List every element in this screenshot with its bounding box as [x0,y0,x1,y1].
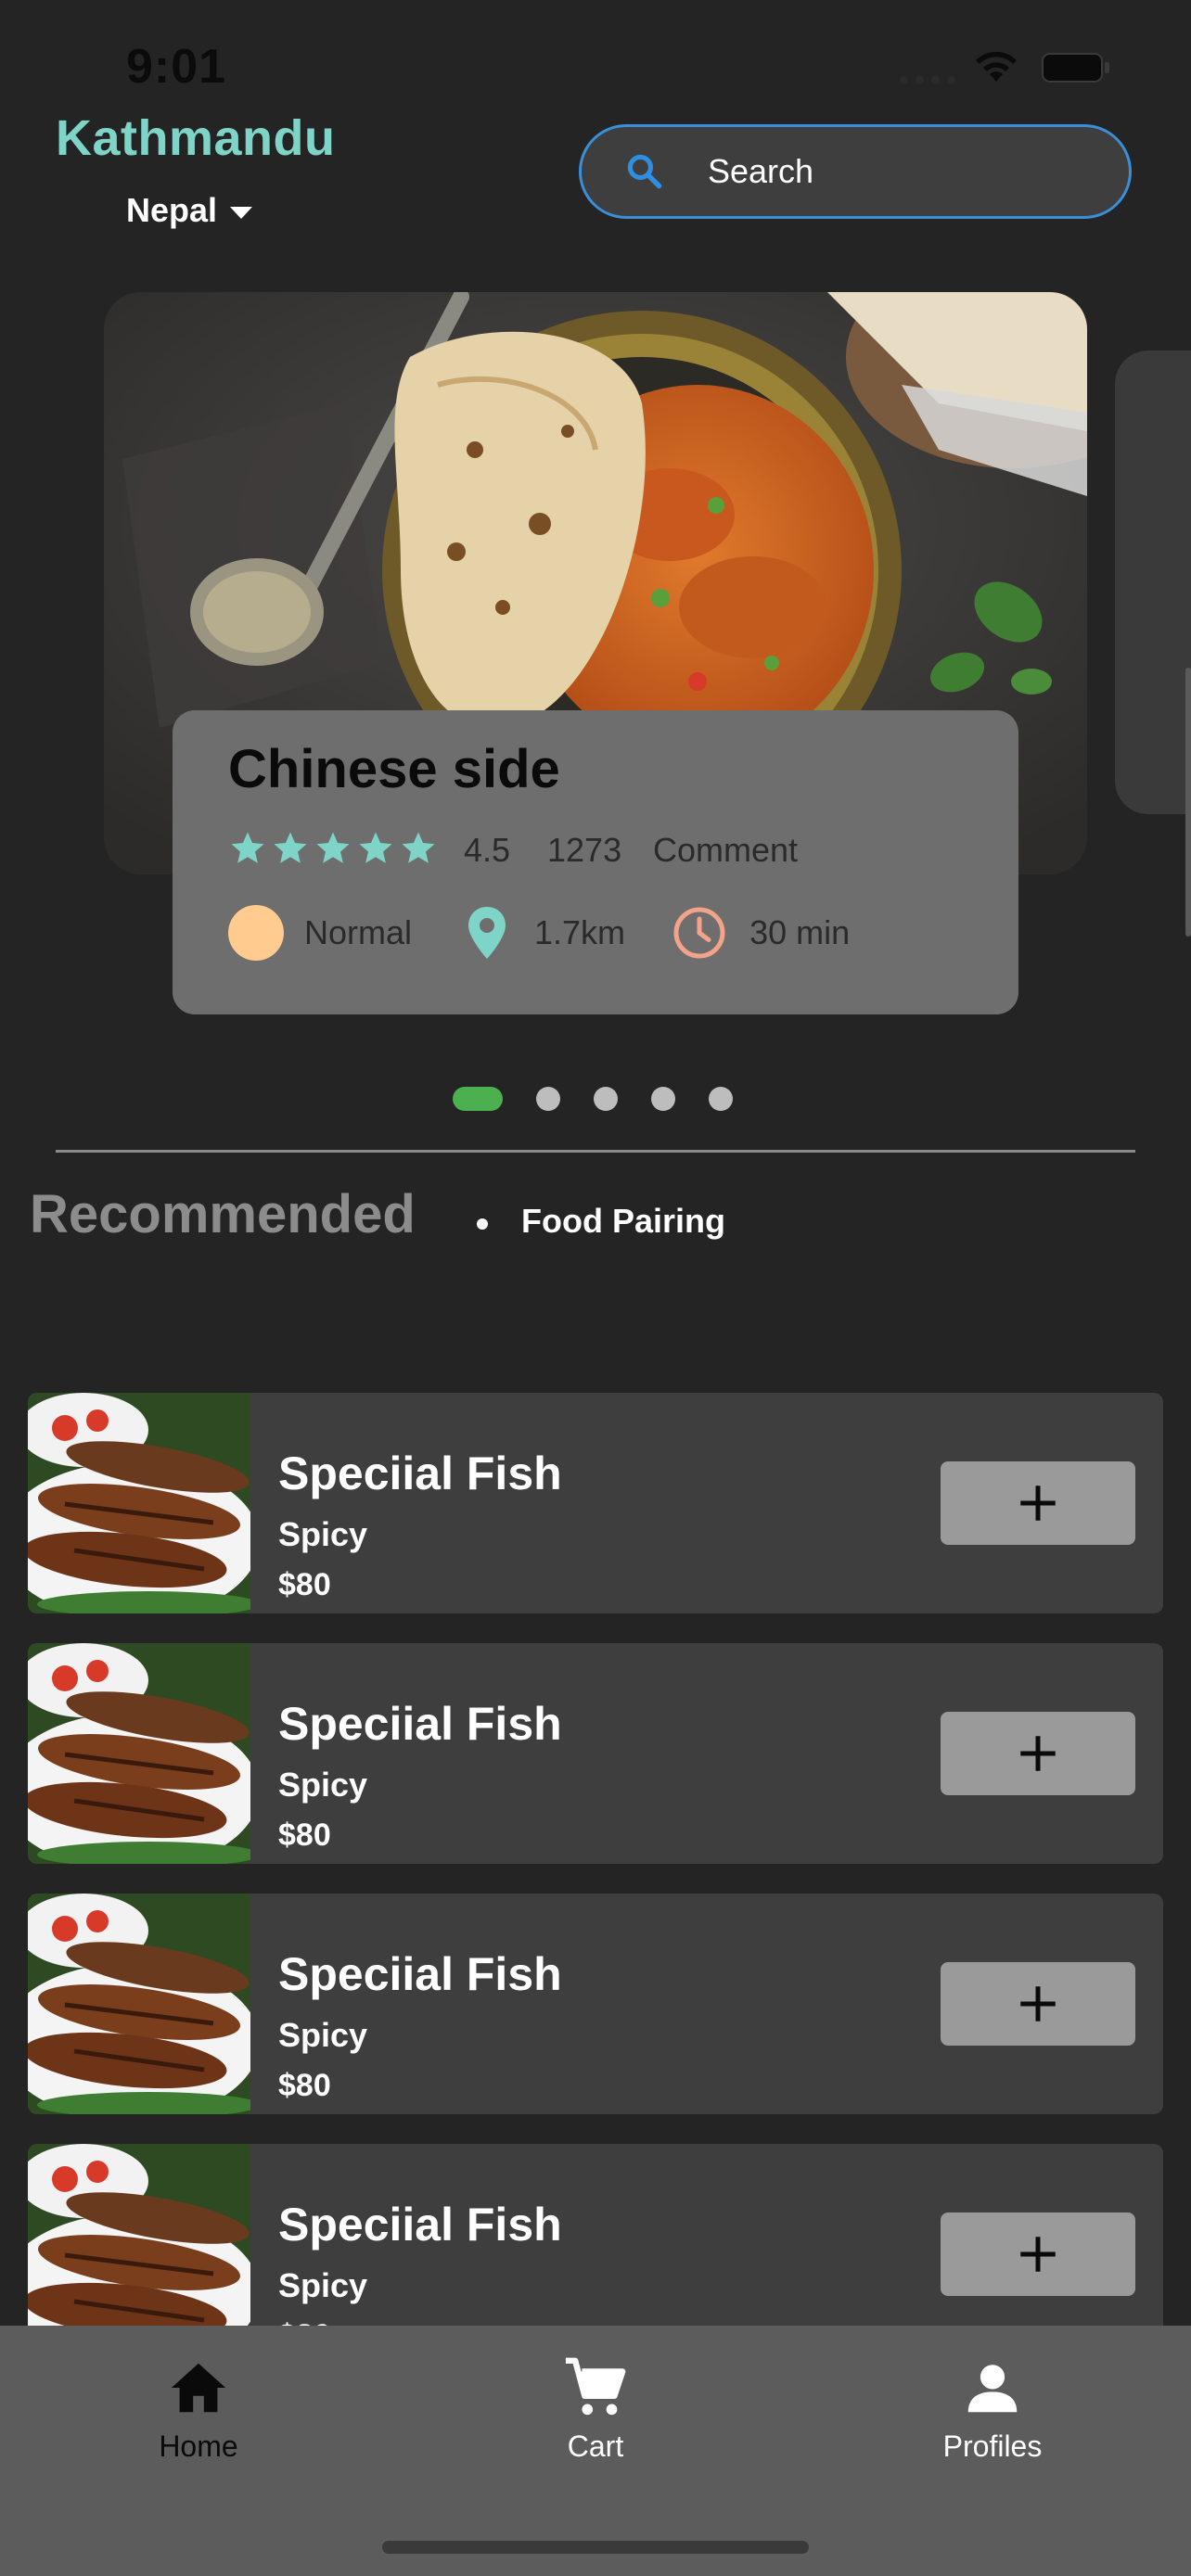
clock-icon [673,907,725,959]
item-name: Speciial Fish [278,1447,562,1499]
country-selector[interactable]: Nepal [126,191,253,230]
caret-down-icon [230,206,253,219]
add-to-cart-button[interactable] [941,2213,1135,2296]
nav-profiles-label: Profiles [942,2429,1043,2463]
star-icon [231,832,264,863]
page-dot[interactable] [651,1087,675,1111]
fish-dish-image [28,1643,250,1864]
rating-value: 4.5 [464,831,511,869]
page-dot[interactable] [709,1087,733,1111]
comment-link[interactable]: Comment [653,831,798,870]
item-description: Spicy [278,1766,368,1804]
search-input[interactable] [706,151,1099,192]
add-to-cart-button[interactable] [941,1962,1135,2046]
star-icon [359,832,392,863]
page-dot-active[interactable] [453,1087,503,1111]
featured-title: Chinese side [228,739,560,799]
next-carousel-card[interactable] [1115,351,1191,814]
star-icon [274,832,307,863]
ratings-count: 1273 [547,831,622,869]
item-price: $80 [278,1817,331,1853]
item-price: $80 [278,2068,331,2103]
featured-meta-row: Normal 1.7km 30 min [228,905,850,961]
person-icon [967,2365,1018,2413]
nav-cart-label: Cart [567,2429,624,2463]
add-to-cart-button[interactable] [941,1461,1135,1545]
home-icon [171,2363,226,2413]
item-description: Spicy [278,2016,368,2054]
bottom-navigation: Home Cart Profiles [0,2326,1191,2576]
plus-icon [1020,1986,1056,2021]
add-to-cart-button[interactable] [941,1712,1135,1795]
item-description: Spicy [278,2266,368,2304]
tab-food-pairing[interactable]: Food Pairing [521,1202,725,1241]
item-price: $80 [278,1567,331,1602]
search-bar[interactable] [579,124,1132,219]
item-name: Speciial Fish [278,1948,562,2000]
section-divider [56,1150,1135,1153]
city-title: Kathmandu [56,110,336,166]
item-name: Speciial Fish [278,2199,562,2251]
tab-recommended[interactable]: Recommended [30,1183,416,1245]
fish-dish-image [28,1894,250,2114]
battery-icon [1042,53,1109,83]
list-item[interactable]: Speciial Fish Spicy $80 [28,1393,1163,1613]
plus-icon [1020,1486,1056,1521]
carousel-pagination [453,1087,733,1111]
distance-text: 1.7km [534,913,626,951]
cellular-signal-icon [900,76,955,84]
rating-stars [228,829,438,868]
level-dot-icon [228,905,284,961]
star-icon [316,832,350,863]
item-name: Speciial Fish [278,1698,562,1750]
plus-icon [1020,2237,1056,2272]
nav-home-label: Home [159,2429,238,2463]
page-dot[interactable] [594,1087,618,1111]
app-screen: 9:01 Kathmandu Nepal Search Chinese side… [0,0,1191,2576]
star-icon [402,832,435,863]
home-indicator[interactable] [382,2541,809,2554]
nav-cart[interactable]: Cart [493,2355,698,2464]
search-icon [627,154,662,189]
fish-dish-image [28,1393,250,1613]
featured-info-card[interactable]: Chinese side 4.5 1273 Comment Normal 1.7… [173,710,1018,1014]
plus-icon [1020,1736,1056,1771]
cart-icon [565,2357,626,2416]
country-label: Nepal [126,191,218,229]
nav-profiles[interactable]: Profiles [890,2355,1095,2464]
location-pin-icon [468,907,506,959]
list-item[interactable]: Speciial Fish Spicy $80 [28,1643,1163,1864]
duration-text: 30 min [749,913,851,951]
status-time: 9:01 [126,40,227,94]
wifi-icon [976,51,1017,82]
list-item[interactable]: Speciial Fish Spicy $80 [28,1894,1163,2114]
carousel-scroll-indicator [1185,668,1191,937]
bullet-separator [477,1218,488,1230]
page-dot[interactable] [536,1087,560,1111]
level-text: Normal [304,913,413,951]
nav-home[interactable]: Home [96,2355,301,2464]
item-description: Spicy [278,1515,368,1553]
